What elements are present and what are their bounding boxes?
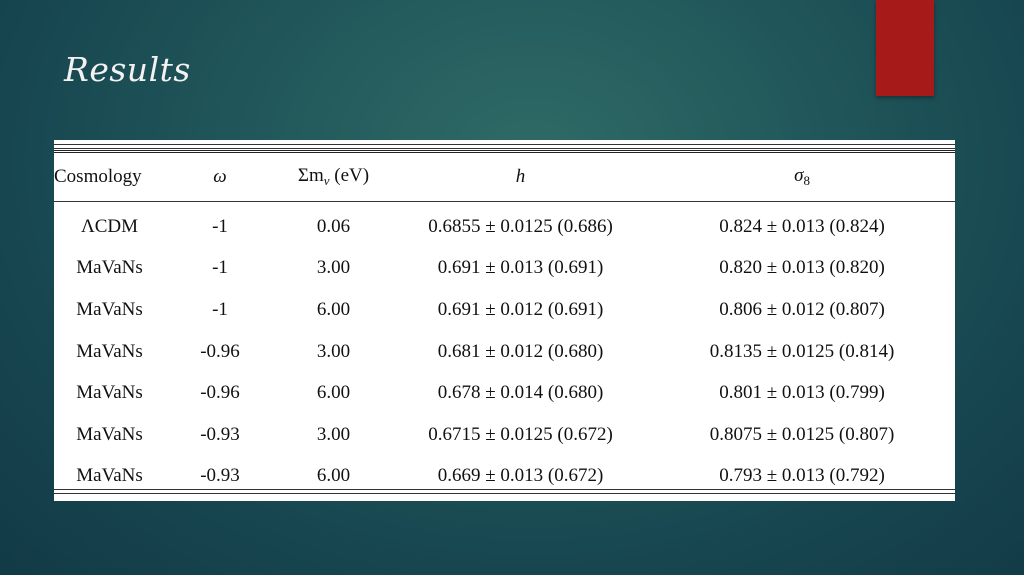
cell-h: 0.678 ± 0.014 (0.680) (437, 382, 604, 404)
cell-cosmology: MaVaNs (76, 465, 143, 487)
cell-h: 0.669 ± 0.013 (0.672) (437, 465, 604, 487)
cell-mass: 6.00 (316, 465, 351, 487)
cell-cosmology: MaVaNs (76, 298, 143, 320)
cell-omega: -1 (212, 215, 228, 237)
cell-sigma8: 0.8075 ± 0.0125 (0.807) (709, 423, 895, 445)
red-accent-bar (876, 0, 934, 96)
table-row: MaVaNs -1 3.00 0.691 ± 0.013 (0.691) 0.8… (54, 248, 955, 290)
cell-h: 0.6715 ± 0.0125 (0.672) (428, 423, 613, 445)
table-header-row: Cosmology ω Σmν (eV) h σ8 (54, 151, 955, 202)
cell-sigma8: 0.824 ± 0.013 (0.824) (719, 215, 885, 237)
cell-omega: -0.96 (200, 340, 240, 362)
table-row: MaVaNs -0.93 3.00 0.6715 ± 0.0125 (0.672… (54, 414, 955, 456)
header-omega: ω (165, 151, 275, 202)
cell-sigma8: 0.793 ± 0.013 (0.792) (719, 465, 885, 487)
header-neutrino-mass: Σmν (eV) (275, 151, 392, 202)
cell-omega: -1 (212, 257, 228, 279)
table-row: MaVaNs -1 6.00 0.691 ± 0.012 (0.691) 0.8… (54, 289, 955, 331)
cell-mass: 3.00 (316, 340, 351, 362)
table-row: MaVaNs -0.96 6.00 0.678 ± 0.014 (0.680) … (54, 372, 955, 414)
header-h: h (392, 151, 649, 202)
table-top-rule-inner (54, 148, 955, 149)
cell-mass: 3.00 (316, 423, 351, 445)
header-mass-unit: (eV) (329, 165, 370, 186)
cell-h: 0.681 ± 0.012 (0.680) (437, 340, 604, 362)
cell-mass: 3.00 (316, 257, 351, 279)
cell-cosmology: MaVaNs (76, 423, 143, 445)
table-row: MaVaNs -0.93 6.00 0.669 ± 0.013 (0.672) … (54, 456, 955, 498)
header-mass-symbol: Σm (297, 165, 324, 186)
cell-omega: -1 (212, 298, 228, 320)
results-table: Cosmology ω Σmν (eV) h σ8 ΛCDM -1 0.06 0… (54, 150, 955, 497)
cell-h: 0.691 ± 0.012 (0.691) (437, 298, 604, 320)
cell-h: 0.6855 ± 0.0125 (0.686) (428, 215, 613, 237)
results-table-panel: Cosmology ω Σmν (eV) h σ8 ΛCDM -1 0.06 0… (54, 140, 955, 501)
table-row: MaVaNs -0.96 3.00 0.681 ± 0.012 (0.680) … (54, 331, 955, 373)
table-row: ΛCDM -1 0.06 0.6855 ± 0.0125 (0.686) 0.8… (54, 202, 955, 248)
slide-title: Results (64, 50, 191, 89)
cell-sigma8: 0.801 ± 0.013 (0.799) (719, 382, 885, 404)
cell-sigma8: 0.806 ± 0.012 (0.807) (719, 298, 885, 320)
cell-sigma8: 0.820 ± 0.013 (0.820) (719, 257, 885, 279)
cell-sigma8: 0.8135 ± 0.0125 (0.814) (709, 340, 895, 362)
header-cosmology: Cosmology (54, 151, 165, 202)
cell-mass: 6.00 (316, 382, 351, 404)
header-sigma8: σ8 (649, 151, 955, 202)
table-top-rule-outer (54, 144, 955, 145)
cell-h: 0.691 ± 0.013 (0.691) (437, 257, 604, 279)
header-sigma-subscript: 8 (803, 173, 810, 188)
cell-cosmology: ΛCDM (80, 215, 139, 237)
cell-mass: 0.06 (316, 215, 351, 237)
cell-cosmology: MaVaNs (76, 257, 143, 279)
cell-omega: -0.96 (200, 382, 240, 404)
cell-omega: -0.93 (200, 465, 240, 487)
cell-mass: 6.00 (316, 298, 351, 320)
cell-omega: -0.93 (200, 423, 240, 445)
cell-cosmology: MaVaNs (76, 340, 143, 362)
cell-cosmology: MaVaNs (76, 382, 143, 404)
